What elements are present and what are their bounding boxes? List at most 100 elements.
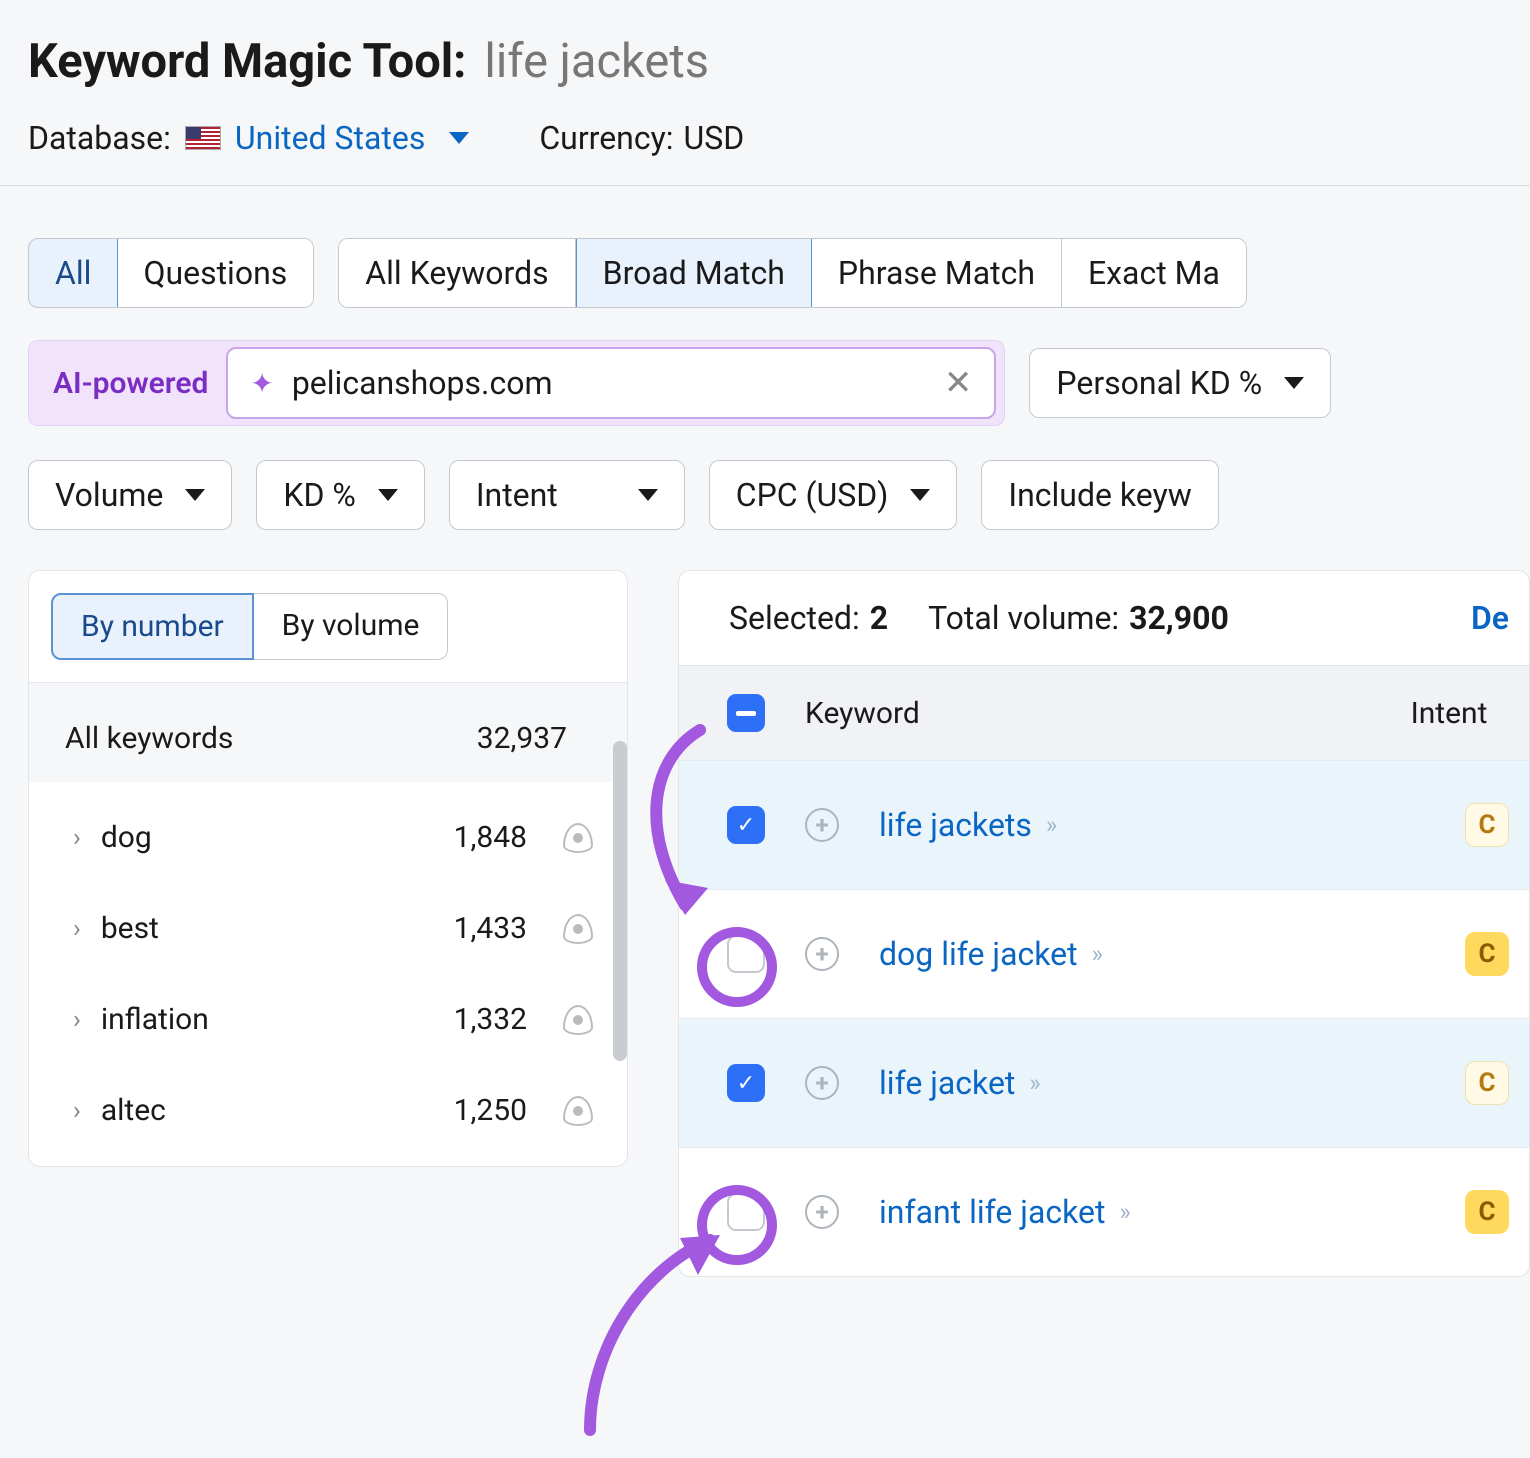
eye-icon[interactable] — [563, 823, 593, 853]
clear-icon[interactable]: ✕ — [944, 363, 973, 403]
col-intent[interactable]: Intent — [1389, 696, 1509, 731]
filter-area: All Questions All Keywords Broad Match P… — [0, 186, 1530, 540]
deselect-link[interactable]: De — [1471, 599, 1509, 637]
group-count: 1,848 — [454, 820, 527, 855]
filter-intent[interactable]: Intent — [449, 460, 685, 530]
flag-us-icon — [185, 126, 221, 150]
filter-include-keywords[interactable]: Include keyw — [981, 460, 1218, 530]
table-header-row: Keyword Intent — [679, 665, 1529, 760]
keyword-link[interactable]: dog life jacket » — [879, 935, 1099, 973]
keyword-text: dog life jacket — [879, 935, 1078, 973]
totalvol-value: 32,900 — [1129, 599, 1229, 637]
page-header: Keyword Magic Tool: life jackets Databas… — [0, 0, 1530, 186]
chevron-right-icon: › — [73, 823, 81, 853]
table-row: ✓ + life jackets » C — [679, 760, 1529, 889]
chevron-down-icon — [449, 132, 469, 144]
keyword-text: infant life jacket — [879, 1193, 1105, 1231]
filter-cpc-label: CPC (USD) — [736, 476, 889, 514]
tab-all-keywords[interactable]: All Keywords — [339, 239, 575, 307]
database-selector[interactable]: Database: United States — [28, 119, 469, 157]
sidebar-all-keywords-row[interactable]: All keywords 32,937 — [29, 682, 627, 782]
currency-label: Currency: — [539, 119, 673, 157]
group-name: best — [101, 911, 434, 946]
select-all-checkbox[interactable] — [727, 694, 765, 732]
tab-by-volume[interactable]: By volume — [254, 593, 449, 660]
group-name: dog — [101, 820, 434, 855]
intent-badge: C — [1465, 1190, 1509, 1234]
intent-badge: C — [1465, 932, 1509, 976]
keyword-groups-sidebar: By number By volume All keywords 32,937 … — [28, 570, 628, 1167]
table-row: ✓ + life jacket » C — [679, 1018, 1529, 1147]
eye-icon[interactable] — [563, 914, 593, 944]
filter-include-label: Include keyw — [1008, 476, 1191, 514]
sidebar-item[interactable]: › dog 1,848 — [29, 792, 627, 883]
row-checkbox[interactable]: ✓ — [727, 806, 765, 844]
keyword-text: life jackets — [879, 806, 1032, 844]
search-query: life jackets — [484, 34, 709, 89]
tab-exact-match[interactable]: Exact Ma — [1062, 239, 1246, 307]
personal-kd-dropdown[interactable]: Personal KD % — [1029, 348, 1331, 418]
tab-broad-match[interactable]: Broad Match — [576, 238, 812, 308]
add-icon[interactable]: + — [805, 937, 839, 971]
totalvol-label: Total volume: — [928, 599, 1119, 637]
eye-icon[interactable] — [563, 1096, 593, 1126]
row-checkbox[interactable] — [727, 1193, 765, 1231]
chevron-right-icon: › — [73, 914, 81, 944]
keyword-text: life jacket — [879, 1064, 1015, 1102]
selected-count: 2 — [870, 599, 888, 637]
tab-all[interactable]: All — [28, 238, 118, 308]
table-row: + dog life jacket » C — [679, 889, 1529, 1018]
sidebar-item[interactable]: › inflation 1,332 — [29, 974, 627, 1065]
main-content: By number By volume All keywords 32,937 … — [0, 540, 1530, 1277]
keyword-link[interactable]: life jacket » — [879, 1064, 1037, 1102]
row-checkbox[interactable]: ✓ — [727, 1064, 765, 1102]
tab-phrase-match[interactable]: Phrase Match — [812, 239, 1062, 307]
chevron-down-icon — [910, 489, 930, 501]
double-chevron-icon: » — [1119, 1198, 1126, 1226]
add-icon[interactable]: + — [805, 1066, 839, 1100]
keyword-link[interactable]: life jackets » — [879, 806, 1053, 844]
col-keyword[interactable]: Keyword — [805, 696, 1349, 731]
tab-by-number[interactable]: By number — [51, 593, 254, 660]
all-keywords-count: 32,937 — [477, 721, 567, 756]
meta-row: Database: United States Currency: USD — [28, 119, 1502, 157]
sidebar-group-list: › dog 1,848 › best 1,433 › inflation 1,3… — [29, 782, 627, 1166]
sidebar-scrollbar[interactable] — [613, 741, 627, 1061]
filter-cpc[interactable]: CPC (USD) — [709, 460, 958, 530]
intent-badge: C — [1465, 1061, 1509, 1105]
chevron-down-icon — [1284, 377, 1304, 389]
ai-label: AI-powered — [53, 366, 208, 401]
sidebar-item[interactable]: › best 1,433 — [29, 883, 627, 974]
tab-questions[interactable]: Questions — [117, 239, 313, 307]
ai-domain-input[interactable]: ✦ pelicanshops.com ✕ — [226, 347, 996, 419]
add-icon[interactable]: + — [805, 808, 839, 842]
eye-icon[interactable] — [563, 1005, 593, 1035]
group-count: 1,332 — [454, 1002, 527, 1037]
question-toggle-group: All Questions — [28, 238, 314, 308]
chevron-down-icon — [638, 489, 658, 501]
match-type-group: All Keywords Broad Match Phrase Match Ex… — [338, 238, 1247, 308]
sparkle-icon: ✦ — [250, 367, 273, 400]
double-chevron-icon: » — [1046, 811, 1053, 839]
filter-dropdown-row: Volume KD % Intent CPC (USD) Include key… — [28, 460, 1502, 530]
database-country: United States — [235, 119, 425, 157]
add-icon[interactable]: + — [805, 1195, 839, 1229]
currency-value: USD — [683, 119, 744, 157]
filter-volume[interactable]: Volume — [28, 460, 232, 530]
database-label: Database: — [28, 119, 171, 157]
table-row: + infant life jacket » C — [679, 1147, 1529, 1276]
tool-title: Keyword Magic Tool: — [28, 34, 466, 89]
group-count: 1,433 — [454, 911, 527, 946]
filter-kd[interactable]: KD % — [256, 460, 424, 530]
chevron-down-icon — [185, 489, 205, 501]
chevron-right-icon: › — [73, 1005, 81, 1035]
chevron-right-icon: › — [73, 1096, 81, 1126]
sidebar-item[interactable]: › altec 1,250 — [29, 1065, 627, 1156]
filter-intent-label: Intent — [476, 476, 558, 514]
row-checkbox[interactable] — [727, 935, 765, 973]
sidebar-tabs: By number By volume — [29, 571, 627, 660]
chevron-down-icon — [378, 489, 398, 501]
personal-kd-label: Personal KD % — [1056, 364, 1262, 402]
keyword-link[interactable]: infant life jacket » — [879, 1193, 1127, 1231]
double-chevron-icon: » — [1029, 1069, 1036, 1097]
